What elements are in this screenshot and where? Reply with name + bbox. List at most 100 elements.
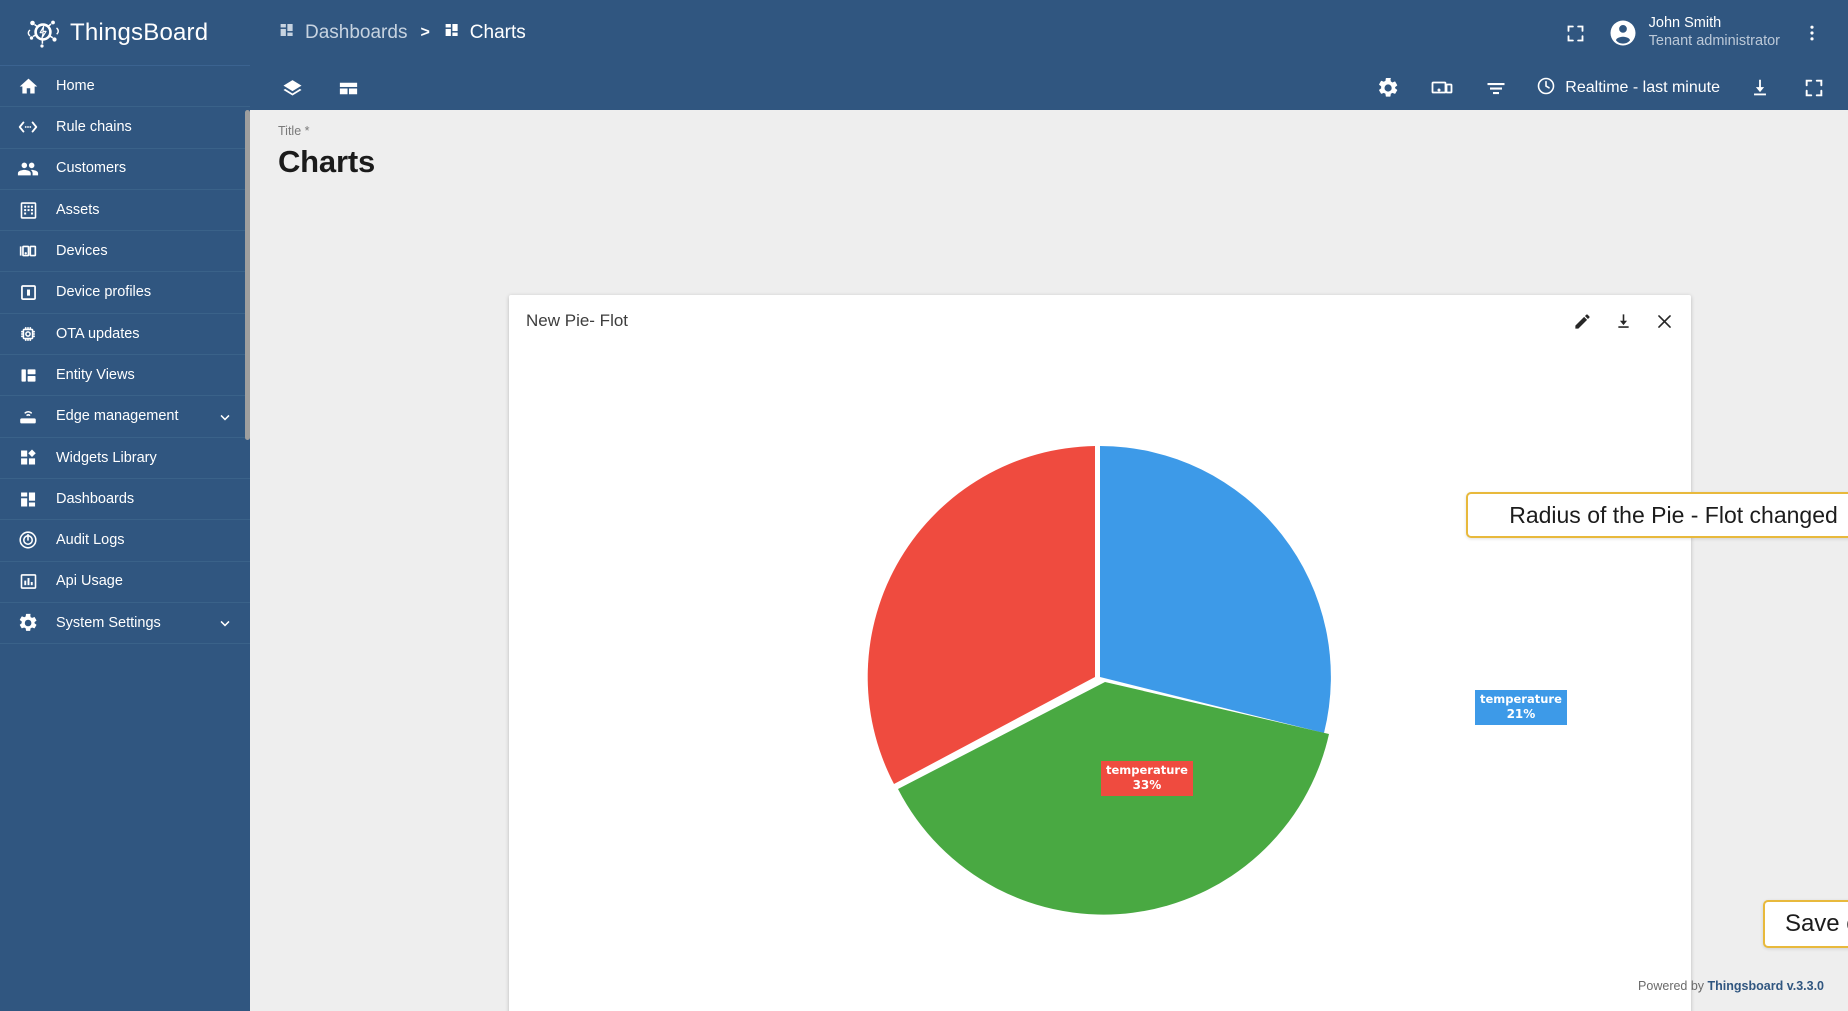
sidebar-item-entity-views[interactable]: Entity Views (0, 355, 250, 397)
breadcrumb-item-dashboards[interactable]: Dashboards (278, 21, 407, 45)
breadcrumb: Dashboards > Charts (278, 21, 526, 45)
timewindow-label: Realtime - last minute (1565, 79, 1720, 96)
widgets-library-icon (16, 446, 40, 470)
sidebar-item-label: Api Usage (56, 573, 123, 590)
sidebar-item-dashboards[interactable]: Dashboards (0, 479, 250, 521)
sidebar-item-label: OTA updates (56, 325, 140, 342)
user-name: John Smith (1648, 15, 1722, 32)
breadcrumb-label: Dashboards (305, 22, 408, 43)
widget-body: temperature 21% temperature 33% temperat… (509, 347, 1691, 1011)
sidebar-item-label: Widgets Library (56, 449, 157, 466)
sidebar-item-widgets-library[interactable]: Widgets Library (0, 438, 250, 479)
user-menu[interactable]: John Smith Tenant administrator (1608, 15, 1780, 50)
sidebar-item-device-profiles[interactable]: Device profiles (0, 272, 250, 314)
brand[interactable]: ThingsBoard (0, 0, 250, 66)
title-field-label: Title * (278, 124, 310, 138)
callout-radius-changed: Radius of the Pie - Flot changed (1466, 492, 1848, 538)
filters-icon[interactable] (1482, 74, 1510, 102)
page-title[interactable]: Charts (278, 144, 1848, 180)
devices-display-icon[interactable] (1428, 74, 1456, 102)
sidebar: ThingsBoard Home Rule chains Customers A… (0, 0, 250, 1011)
sidebar-item-assets[interactable]: Assets (0, 190, 250, 232)
close-icon[interactable] (1651, 308, 1677, 334)
pie-label-name: temperature (1480, 692, 1562, 706)
sidebar-item-devices[interactable]: Devices (0, 231, 250, 273)
toolbar-left-group (278, 74, 362, 102)
sidebar-item-audit-logs[interactable]: Audit Logs (0, 520, 250, 562)
assets-icon (16, 198, 40, 222)
devices-icon (16, 239, 40, 263)
powered-by-footer: Powered by Thingsboard v.3.3.0 (1638, 979, 1824, 993)
sidebar-item-label: Rule chains (56, 119, 132, 136)
layers-icon[interactable] (278, 74, 306, 102)
dashboards-icon (443, 21, 461, 45)
system-settings-icon (16, 611, 40, 635)
toolbar-right-group: Realtime - last minute (1374, 74, 1828, 102)
sidebar-item-label: Device profiles (56, 284, 152, 301)
sidebar-item-label: Dashboards (56, 490, 135, 507)
thingsboard-logo-icon (26, 16, 60, 50)
widget-title: New Pie- Flot (526, 311, 629, 330)
dashboard-states-icon[interactable] (334, 74, 362, 102)
device-profiles-icon (16, 281, 40, 305)
download-icon[interactable] (1610, 308, 1636, 334)
breadcrumb-separator: > (420, 24, 430, 41)
pie-label-value: 21% (1506, 706, 1536, 721)
customers-icon (16, 157, 40, 181)
sidebar-item-system-settings[interactable]: System Settings (0, 603, 250, 645)
chevron-down-icon[interactable] (216, 408, 234, 426)
fullscreen-icon[interactable] (1562, 19, 1590, 47)
pie-label-red: temperature 33% (1101, 761, 1193, 796)
pie-chart: temperature 21% temperature 33% temperat… (509, 347, 1691, 1011)
sidebar-item-edge-management[interactable]: Edge management (0, 396, 250, 438)
timewindow-selector[interactable]: Realtime - last minute (1536, 76, 1720, 101)
dashboards-icon (16, 487, 40, 511)
dashboard-content: Title * Charts New Pie- Flot temperature… (250, 110, 1848, 1011)
widget-actions (1569, 308, 1677, 334)
sidebar-item-rule-chains[interactable]: Rule chains (0, 107, 250, 149)
account-circle-icon (1608, 18, 1638, 48)
main-area: Dashboards > Charts John Smith Tenant ad… (250, 0, 1848, 1011)
app-root: ThingsBoard Home Rule chains Customers A… (0, 0, 1848, 1011)
widget-header: New Pie- Flot (509, 295, 1691, 347)
sidebar-item-label: Home (56, 77, 95, 94)
rule-chains-icon (16, 115, 40, 139)
fullscreen-icon[interactable] (1800, 74, 1828, 102)
dashboards-icon (278, 21, 296, 45)
thingsboard-version-link[interactable]: Thingsboard v.3.3.0 (1708, 979, 1824, 993)
sidebar-item-label: Entity Views (56, 366, 135, 383)
clock-icon (1536, 76, 1556, 101)
powered-by-prefix: Powered by (1638, 979, 1708, 993)
sidebar-item-api-usage[interactable]: Api Usage (0, 562, 250, 603)
sidebar-item-home[interactable]: Home (0, 66, 250, 108)
sidebar-item-label: Assets (56, 201, 100, 218)
pie-label-value: 33% (1132, 777, 1162, 792)
download-icon[interactable] (1746, 74, 1774, 102)
chevron-down-icon[interactable] (216, 614, 234, 632)
dashboard-toolbar: Realtime - last minute (250, 66, 1848, 110)
sidebar-item-label: Edge management (56, 408, 179, 425)
settings-gear-icon[interactable] (1374, 74, 1402, 102)
edge-management-icon (16, 405, 40, 429)
user-info: John Smith Tenant administrator (1649, 15, 1780, 50)
sidebar-item-customers[interactable]: Customers (0, 149, 250, 190)
sidebar-item-label: System Settings (56, 614, 161, 631)
sidebar-item-label: Customers (56, 160, 127, 177)
ota-updates-icon (16, 322, 40, 346)
home-icon (16, 74, 40, 98)
pie-label-name: temperature (1106, 763, 1188, 777)
pie-label-blue: temperature 21% (1475, 690, 1567, 725)
more-vert-icon[interactable] (1798, 19, 1826, 47)
sidebar-item-ota-updates[interactable]: OTA updates (0, 314, 250, 356)
edit-pencil-icon[interactable] (1569, 308, 1595, 334)
widget-card: New Pie- Flot temperature 21% temperatur… (509, 295, 1691, 1011)
audit-logs-icon (16, 528, 40, 552)
user-role: Tenant administrator (1648, 33, 1780, 49)
pie-chart-svg (867, 446, 1331, 915)
breadcrumb-label: Charts (469, 22, 526, 43)
sidebar-item-label: Devices (56, 243, 108, 260)
sidebar-item-label: Audit Logs (56, 532, 125, 549)
page-title-block: Title * Charts (250, 110, 1848, 180)
callout-save-changes: Save changes (1763, 900, 1848, 948)
breadcrumb-item-charts[interactable]: Charts (443, 21, 526, 45)
